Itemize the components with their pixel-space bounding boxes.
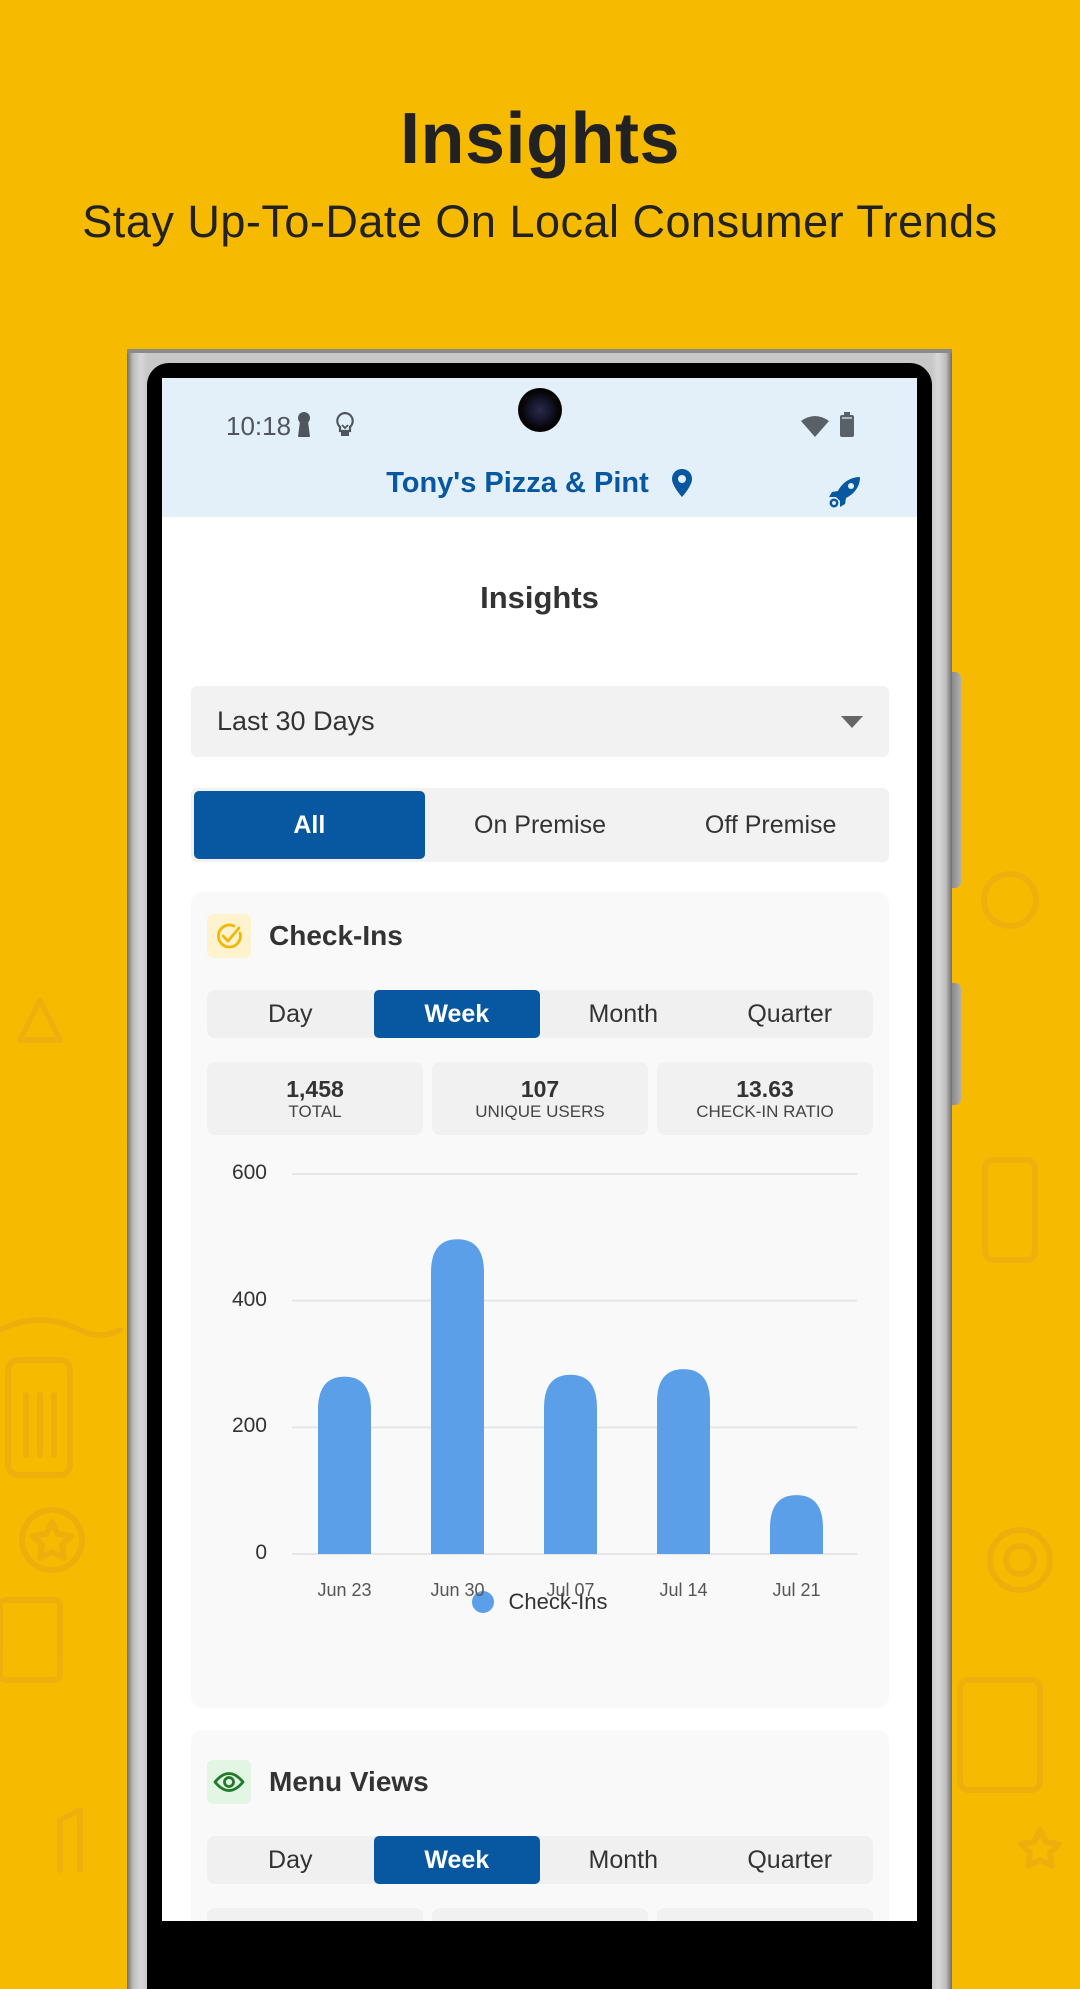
eye-icon [213,1772,245,1792]
camera-cutout [518,388,562,432]
y-tick-label: 400 [231,1287,267,1311]
checkins-header: Check-Ins [207,914,403,958]
business-selector[interactable]: Tony's Pizza & Pint [162,466,917,500]
date-range-value: Last 30 Days [217,706,375,736]
checkins-period-tabs: Day Week Month Quarter [207,990,873,1038]
lightbulb-icon [336,411,354,436]
checkins-title: Check-Ins [269,920,403,951]
stat-checkin-ratio: 13.63 CHECK-IN RATIO [657,1062,873,1135]
wifi-icon [801,416,829,437]
menu-views-title: Menu Views [269,1766,429,1797]
checkins-tab-quarter[interactable]: Quarter [707,990,874,1038]
app-top-bar: 10:18 Tony's Pizza & Pint [162,378,917,517]
stat-total-value: 1,458 [286,1075,344,1102]
checkins-tab-month[interactable]: Month [540,990,707,1038]
x-tick-label: Jul 07 [546,1580,595,1600]
hero-subtitle: Stay Up-To-Date On Local Consumer Trends [82,196,998,247]
menu-views-stat-1 [207,1908,423,1921]
date-range-dropdown[interactable]: Last 30 Days [191,686,889,757]
checkins-chart-plot [292,1173,857,1555]
menu-views-tab-week[interactable]: Week [373,1836,540,1884]
checkins-chart: Check-Ins 0 200 400 600 Jun 23 Jun 30 Jul 07 Ju… [191,1154,889,1674]
menu-views-card: Menu Views Day Week Month Quarter [191,1730,889,1921]
checkins-card: Check-Ins Day Week Month Quarter 1,458 T… [191,892,889,1708]
stat-checkin-ratio-value: 13.63 [736,1075,794,1102]
premise-option-on-premise[interactable]: On Premise [425,791,656,859]
chevron-down-icon [841,716,863,728]
menu-views-icon-badge [207,1760,251,1804]
y-tick-label: 200 [231,1414,267,1438]
map-pin-icon [671,469,692,498]
checkins-tab-day[interactable]: Day [207,990,374,1038]
stat-total-label: TOTAL [288,1101,342,1121]
menu-views-tab-month[interactable]: Month [540,1836,707,1884]
menu-views-stat-3 [657,1908,873,1921]
x-tick-label: Jul 21 [772,1580,821,1600]
menu-views-period-tabs: Day Week Month Quarter [207,1836,873,1884]
menu-views-tab-quarter[interactable]: Quarter [707,1836,874,1884]
bar-jul-21[interactable] [770,1495,823,1554]
premise-option-off-premise[interactable]: Off Premise [655,791,886,859]
page-title: Insights [480,580,599,615]
checkins-icon-badge [207,914,251,958]
phone-screen: 10:18 Tony's Pizza & Pint Insights Last … [162,378,917,1921]
menu-views-header: Menu Views [207,1760,429,1804]
phone-power-button [952,983,961,1105]
x-tick-label: Jun 23 [317,1580,372,1600]
check-circle-icon [217,923,242,949]
checkins-tab-week[interactable]: Week [373,990,540,1038]
battery-icon [840,412,854,437]
business-name: Tony's Pizza & Pint [386,466,649,499]
status-time: 10:18 [226,411,292,441]
premise-filter: All On Premise Off Premise [191,788,889,862]
keyhole-icon [298,412,310,437]
x-tick-label: Jun 30 [430,1580,485,1600]
hero-title: Insights [399,99,680,179]
x-tick-label: Jul 14 [659,1580,708,1600]
bar-jun-30[interactable] [431,1239,484,1554]
rocket-icon[interactable] [828,476,862,508]
checkins-stats: 1,458 TOTAL 107 UNIQUE USERS 13.63 CHECK… [207,1062,873,1135]
menu-views-stats [207,1908,873,1921]
phone-volume-button [952,672,961,888]
menu-views-tab-day[interactable]: Day [207,1836,374,1884]
stat-total: 1,458 TOTAL [207,1062,423,1135]
stat-unique-users-value: 107 [520,1075,560,1102]
stat-unique-users-label: UNIQUE USERS [475,1101,605,1121]
premise-option-all[interactable]: All [194,791,425,859]
stat-checkin-ratio-label: CHECK-IN RATIO [696,1101,834,1121]
y-tick-label: 0 [255,1541,267,1564]
bar-jul-07[interactable] [544,1374,597,1554]
bar-jul-14[interactable] [657,1369,710,1554]
bar-jun-23[interactable] [318,1376,371,1554]
menu-views-stat-2 [432,1908,648,1921]
stat-unique-users: 107 UNIQUE USERS [432,1062,648,1135]
y-tick-label: 600 [231,1161,267,1184]
